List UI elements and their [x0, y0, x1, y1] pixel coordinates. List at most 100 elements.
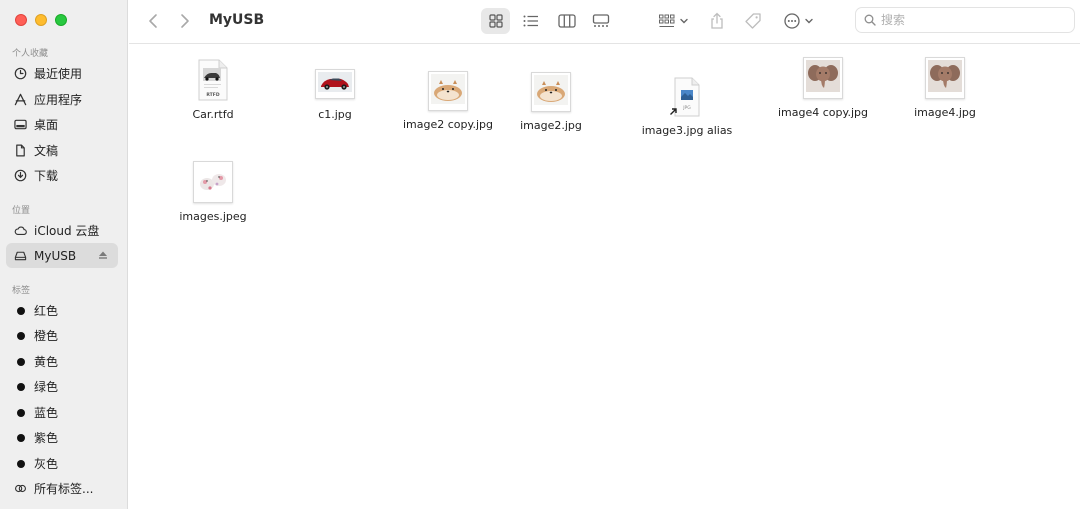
sidebar-item-label: 应用程序 — [34, 93, 83, 107]
column-view-icon — [557, 14, 576, 28]
file-item-image3-alias[interactable]: JPG image3.jpg alias — [627, 77, 747, 137]
group-icon — [658, 14, 674, 27]
list-view-button[interactable] — [516, 8, 545, 34]
chevron-down-icon — [804, 18, 813, 24]
grid-view-icon — [488, 14, 503, 28]
download-icon — [14, 169, 27, 182]
sidebar: 个人收藏 最近使用 应用程序 桌面 文稿 下载 位置 iCloud 云盘 MyU… — [0, 0, 128, 509]
search-field[interactable] — [855, 7, 1075, 33]
dog-image-thumbnail — [428, 71, 468, 111]
window-title: MyUSB — [209, 12, 265, 28]
sidebar-tag-red[interactable]: 红色 — [6, 298, 118, 323]
column-view-button[interactable] — [552, 8, 581, 34]
list-view-icon — [523, 15, 538, 27]
file-name: image3.jpg alias — [641, 124, 733, 137]
sidebar-all-tags[interactable]: 所有标签... — [6, 476, 118, 501]
file-item-image4-copy-jpg[interactable]: image4 copy.jpg — [763, 57, 883, 119]
search-input[interactable] — [881, 13, 1061, 27]
all-tags-icon — [14, 482, 27, 495]
sidebar-item-label: 红色 — [34, 304, 59, 318]
svg-text:RTFD: RTFD — [206, 92, 219, 98]
share-icon — [711, 12, 723, 29]
sidebar-item-label: 最近使用 — [34, 67, 83, 81]
sidebar-tag-blue[interactable]: 蓝色 — [6, 400, 118, 425]
chevron-down-icon — [679, 18, 688, 24]
rtfd-document-icon: RTFD — [197, 59, 229, 101]
sidebar-tag-green[interactable]: 绿色 — [6, 374, 118, 399]
file-name: image2 copy.jpg — [403, 118, 493, 131]
car-image-thumbnail — [315, 67, 355, 101]
alias-document-icon: JPG — [665, 77, 709, 117]
sidebar-item-myusb[interactable]: MyUSB — [6, 243, 118, 268]
file-grid: RTFD Car.rtfd c1.jpg image2 copy.jpg ima… — [129, 45, 1080, 509]
close-window-button[interactable] — [15, 14, 27, 26]
window-controls — [15, 14, 67, 26]
file-name: images.jpeg — [179, 210, 247, 223]
sidebar-item-label: 绿色 — [34, 380, 59, 394]
sidebar-tag-yellow[interactable]: 黄色 — [6, 349, 118, 374]
elephant-image-thumbnail — [803, 57, 843, 99]
sidebar-tag-orange[interactable]: 橙色 — [6, 323, 118, 348]
tag-dot-icon — [14, 431, 27, 444]
tag-dot-icon — [14, 457, 27, 470]
cloud-icon — [14, 224, 27, 237]
sidebar-item-label: iCloud 云盘 — [34, 224, 100, 238]
file-item-image2-copy-jpg[interactable]: image2 copy.jpg — [388, 71, 508, 131]
forward-button[interactable] — [173, 8, 197, 34]
tag-dot-icon — [14, 406, 27, 419]
file-item-images-jpeg[interactable]: images.jpeg — [153, 161, 273, 223]
search-icon — [864, 14, 876, 26]
eject-icon[interactable] — [98, 250, 108, 260]
file-name: Car.rtfd — [192, 108, 234, 121]
sidebar-item-icloud[interactable]: iCloud 云盘 — [6, 218, 118, 243]
sidebar-item-desktop[interactable]: 桌面 — [6, 112, 118, 137]
sidebar-tag-purple[interactable]: 紫色 — [6, 425, 118, 450]
tag-dot-icon — [14, 304, 27, 317]
tag-dot-icon — [14, 380, 27, 393]
sidebar-item-recents[interactable]: 最近使用 — [6, 61, 118, 86]
drive-icon — [14, 249, 27, 262]
sidebar-item-applications[interactable]: 应用程序 — [6, 87, 118, 112]
file-name: c1.jpg — [318, 108, 352, 121]
gallery-view-icon — [592, 14, 609, 27]
apps-icon — [14, 93, 27, 106]
alias-arrow-icon — [670, 108, 677, 115]
sidebar-item-label: 蓝色 — [34, 406, 59, 420]
minimize-window-button[interactable] — [35, 14, 47, 26]
maximize-window-button[interactable] — [55, 14, 67, 26]
sidebar-item-label: 紫色 — [34, 431, 59, 445]
toolbar: MyUSB — [129, 0, 1080, 44]
share-button[interactable] — [704, 8, 730, 34]
elephant-image-thumbnail — [925, 57, 965, 99]
chevron-right-icon — [181, 14, 189, 28]
gallery-view-button[interactable] — [586, 8, 615, 34]
more-actions-button[interactable] — [778, 8, 818, 34]
file-item-image4-jpg[interactable]: image4.jpg — [885, 57, 1005, 119]
desktop-icon — [14, 118, 27, 131]
sidebar-item-documents[interactable]: 文稿 — [6, 138, 118, 163]
sidebar-item-label: 下载 — [34, 169, 59, 183]
ellipsis-circle-icon — [783, 13, 800, 29]
sidebar-item-downloads[interactable]: 下载 — [6, 163, 118, 188]
sidebar-item-label: 橙色 — [34, 329, 59, 343]
sidebar-item-label: 所有标签... — [34, 482, 94, 496]
document-icon — [14, 144, 27, 157]
dog-image-thumbnail — [531, 72, 571, 112]
back-button[interactable] — [141, 8, 165, 34]
file-name: image2.jpg — [520, 119, 582, 132]
tag-dot-icon — [14, 329, 27, 342]
locations-section-title: 位置 — [12, 206, 31, 216]
sidebar-item-label: 灰色 — [34, 457, 59, 471]
file-item-car-rtfd[interactable]: RTFD Car.rtfd — [153, 59, 273, 121]
group-by-button[interactable] — [653, 8, 693, 34]
file-item-c1-jpg[interactable]: c1.jpg — [275, 67, 395, 121]
tag-icon — [745, 13, 761, 29]
tag-dot-icon — [14, 355, 27, 368]
tag-button[interactable] — [740, 8, 766, 34]
file-item-image2-jpg[interactable]: image2.jpg — [491, 72, 611, 132]
sidebar-tag-gray[interactable]: 灰色 — [6, 451, 118, 476]
svg-text:JPG: JPG — [682, 105, 691, 111]
favorites-section-title: 个人收藏 — [12, 49, 49, 59]
file-name: image4 copy.jpg — [778, 106, 868, 119]
icon-view-button[interactable] — [481, 8, 510, 34]
